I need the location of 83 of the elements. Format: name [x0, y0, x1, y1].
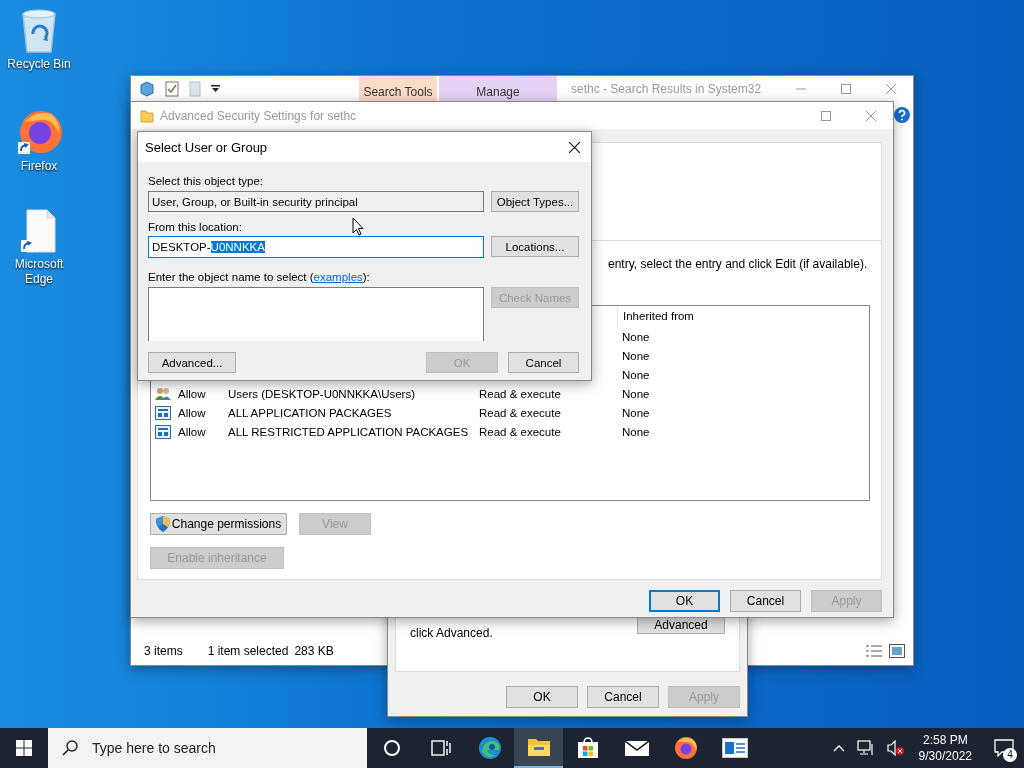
table-cell: Allow [178, 406, 206, 419]
table-cell: None [622, 349, 650, 362]
checklist-icon[interactable] [165, 81, 179, 97]
table-cell: None [622, 330, 650, 343]
browser-icon [477, 736, 502, 760]
close-icon [885, 84, 896, 94]
mail-icon [624, 739, 649, 757]
desktop-icon-label[interactable]: Recycle Bin [3, 57, 75, 72]
dialog-button[interactable]: Cancel [508, 352, 579, 373]
firefox-icon[interactable] [15, 108, 63, 156]
object-name-field[interactable] [148, 287, 484, 341]
examples-link[interactable]: examples [313, 271, 363, 283]
explorer-taskbar-button[interactable] [514, 728, 563, 768]
dialog-button[interactable]: Advanced... [148, 352, 236, 373]
instruction-text: click Advanced. [410, 627, 493, 640]
folder-icon [140, 108, 154, 123]
taskbar-search-field[interactable]: Type here to search [48, 728, 367, 768]
circle-icon [382, 739, 401, 757]
notification-count: 4 [1003, 748, 1017, 762]
close-icon [568, 141, 580, 153]
muted-speaker-icon[interactable] [886, 740, 905, 756]
instruction-text: entry, select the entry and click Edit (if available). [608, 257, 868, 271]
file-icon[interactable] [19, 208, 59, 254]
maximize-icon [840, 84, 851, 94]
column-header[interactable]: Inherited from [617, 306, 817, 327]
thumbnail-view-icon[interactable] [889, 644, 905, 658]
table-cell: Read & execute [479, 406, 561, 419]
table-cell: ALL RESTRICTED APPLICATION PACKAGES [228, 425, 469, 438]
table-cell: Read & execute [479, 425, 561, 438]
table-cell: Read & execute [479, 387, 561, 400]
dropdown-icon[interactable] [211, 85, 220, 93]
search-icon [62, 740, 78, 756]
desktop-icon-label[interactable]: Microsoft Edge [3, 257, 75, 287]
maximize-icon [820, 110, 831, 121]
app-window-icon [721, 738, 748, 758]
close-icon [865, 110, 876, 121]
field-label: Select this object type: [148, 174, 264, 188]
recycle-bin-icon[interactable] [19, 8, 59, 54]
package-icon [155, 424, 171, 439]
selection-info: 1 item selected [207, 644, 289, 658]
clock[interactable]: 2:58 PM 9/30/2022 [918, 732, 972, 764]
desktop-icon-label[interactable]: Firefox [3, 159, 75, 174]
table-cell: Allow [178, 387, 206, 400]
table-cell: None [622, 387, 650, 400]
object-type-field: User, Group, or Built-in security principal [148, 191, 484, 212]
dialog-title: Select User or Group [145, 139, 268, 155]
field-label: From this location: [148, 220, 242, 234]
network-icon[interactable] [856, 740, 875, 756]
dialog-button[interactable]: OK [649, 590, 720, 612]
selection-size: 283 KB [294, 644, 334, 658]
shopping-bag-icon [576, 737, 599, 759]
mouse-cursor-icon [352, 217, 364, 236]
folder-icon [526, 737, 551, 757]
shield-icon [155, 516, 170, 532]
cube-icon[interactable] [139, 81, 155, 97]
table-cell: ALL APPLICATION PACKAGES [228, 406, 392, 419]
change-permissions-button[interactable]: Change permissions [150, 513, 287, 535]
dialog-button[interactable]: OK [506, 686, 578, 708]
package-icon [155, 405, 171, 420]
table-cell: Allow [178, 425, 206, 438]
window-title: Advanced Security Settings for sethc [160, 108, 357, 123]
ribbon-tab[interactable]: Manage [439, 76, 557, 102]
users-icon [155, 386, 171, 401]
notification-button[interactable]: 4 [984, 728, 1024, 768]
table-cell: None [622, 406, 650, 419]
help-icon[interactable] [894, 107, 910, 123]
item-count: 3 items [144, 644, 183, 658]
window-title: sethc - Search Results in System32 [571, 82, 762, 96]
dialog-button[interactable]: Cancel [587, 686, 659, 708]
speech-bubble-icon [994, 739, 1014, 757]
table-cell: None [622, 368, 650, 381]
table-cell: None [622, 425, 650, 438]
location-field[interactable]: DESKTOP-U0NNKKA [148, 236, 484, 258]
task-view-icon [430, 739, 451, 757]
firefox-icon [673, 736, 698, 760]
table-cell: Users (DESKTOP-U0NNKKA\Users) [228, 387, 415, 400]
windows-logo-icon [16, 740, 32, 756]
dialog-button[interactable]: Cancel [730, 590, 801, 612]
ribbon-tab[interactable]: Search Tools [359, 76, 437, 102]
object-types-button[interactable]: Object Types... [491, 191, 579, 212]
chevron-up-icon[interactable] [832, 744, 845, 752]
locations-button[interactable]: Locations... [491, 236, 579, 257]
field-label: Enter the object name to select (examples): [148, 270, 370, 284]
